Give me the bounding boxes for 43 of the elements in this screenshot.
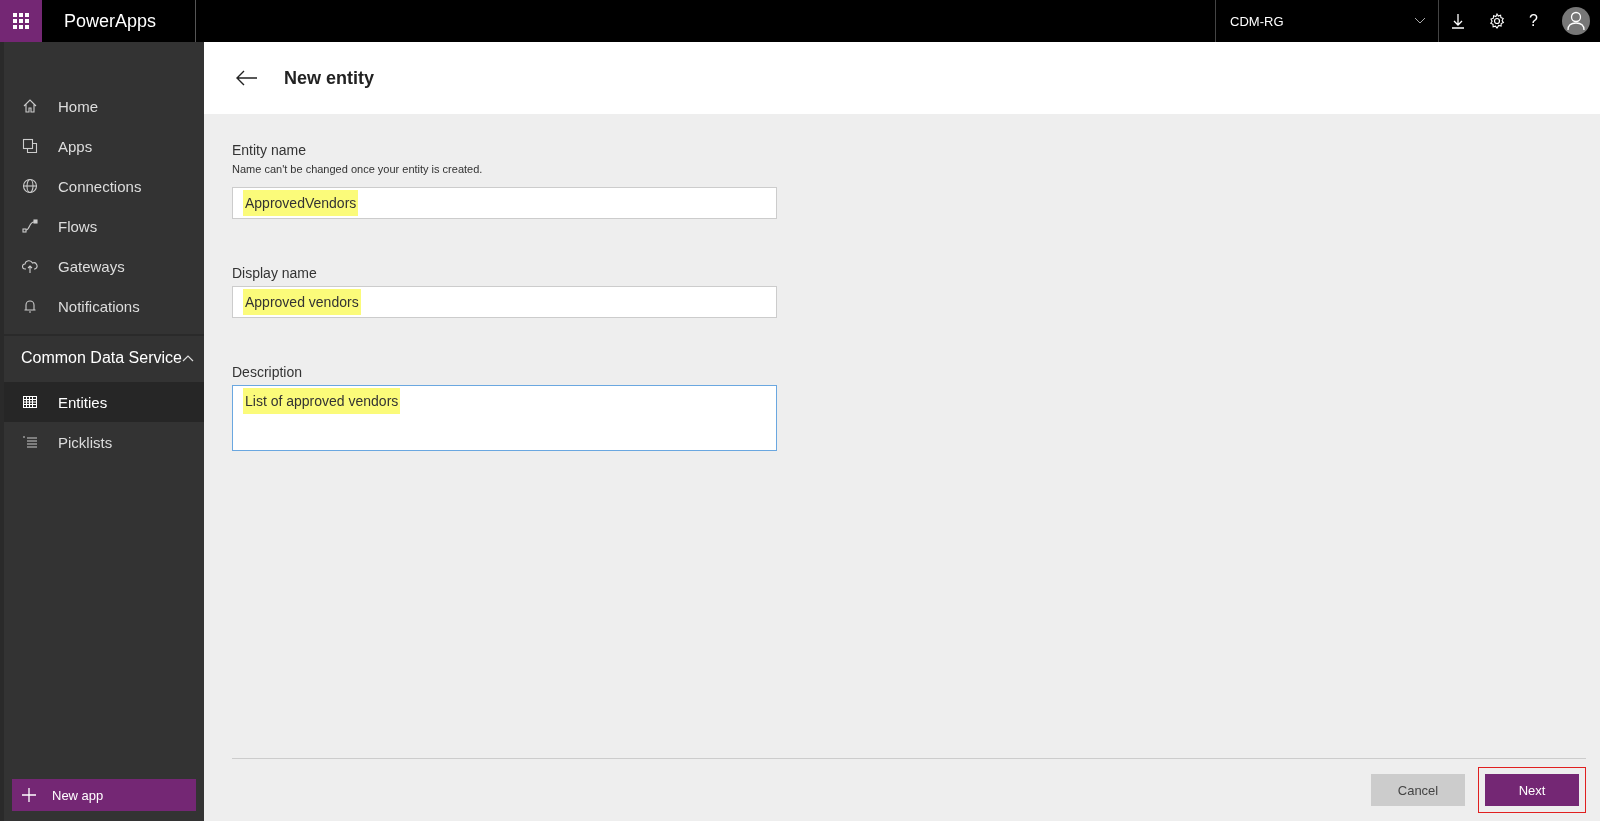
list-icon xyxy=(22,434,38,450)
plus-icon xyxy=(22,788,36,802)
field-value: List of approved vendors xyxy=(243,388,401,414)
chevron-down-icon xyxy=(1414,17,1427,25)
nav-item[interactable]: Gateways xyxy=(4,246,204,286)
help-button[interactable]: ? xyxy=(1529,12,1538,30)
table-icon xyxy=(22,394,38,410)
flow-icon xyxy=(22,218,38,234)
waffle-icon xyxy=(13,13,29,29)
field-value: ApprovedVendors xyxy=(243,190,359,216)
nav-item[interactable]: Connections xyxy=(4,166,204,206)
nav-item[interactable]: Picklists xyxy=(4,422,204,462)
settings-icon[interactable] xyxy=(1489,13,1506,29)
new-app-button[interactable]: New app xyxy=(12,779,196,811)
field-value: Approved vendors xyxy=(243,289,361,315)
app-launcher-button[interactable] xyxy=(0,0,42,42)
person-icon xyxy=(1567,11,1585,31)
page-title: New entity xyxy=(284,67,375,89)
back-arrow-icon[interactable] xyxy=(236,70,258,86)
field-label: Display name xyxy=(232,265,318,281)
download-icon[interactable] xyxy=(1451,13,1466,29)
nav-item[interactable]: Apps xyxy=(4,126,204,166)
field-label: Description xyxy=(232,364,304,380)
cancel-button[interactable]: Cancel xyxy=(1371,774,1465,806)
chevron-icon xyxy=(182,354,194,362)
user-avatar[interactable] xyxy=(1562,7,1590,35)
nav-item[interactable]: Notifications xyxy=(4,286,204,326)
nav-item[interactable]: Home xyxy=(4,86,204,126)
home-icon xyxy=(22,98,38,114)
field-hint: Name can't be changed once your entity is created. xyxy=(232,163,484,175)
apps-icon xyxy=(22,138,38,154)
cloud-icon xyxy=(22,258,38,274)
app-name: PowerApps xyxy=(64,10,157,32)
section-header[interactable]: Common Data Service xyxy=(4,336,204,380)
bell-icon xyxy=(22,298,38,314)
next-button[interactable]: Next xyxy=(1485,774,1579,806)
input-field[interactable]: ApprovedVendors xyxy=(232,187,777,219)
description-field[interactable]: List of approved vendors xyxy=(232,385,777,451)
input-field[interactable]: Approved vendors xyxy=(232,286,777,318)
nav-item[interactable]: Flows xyxy=(4,206,204,246)
nav-item[interactable]: Entities xyxy=(4,382,204,422)
globe-icon xyxy=(22,178,38,194)
field-label: Entity name xyxy=(232,142,307,158)
